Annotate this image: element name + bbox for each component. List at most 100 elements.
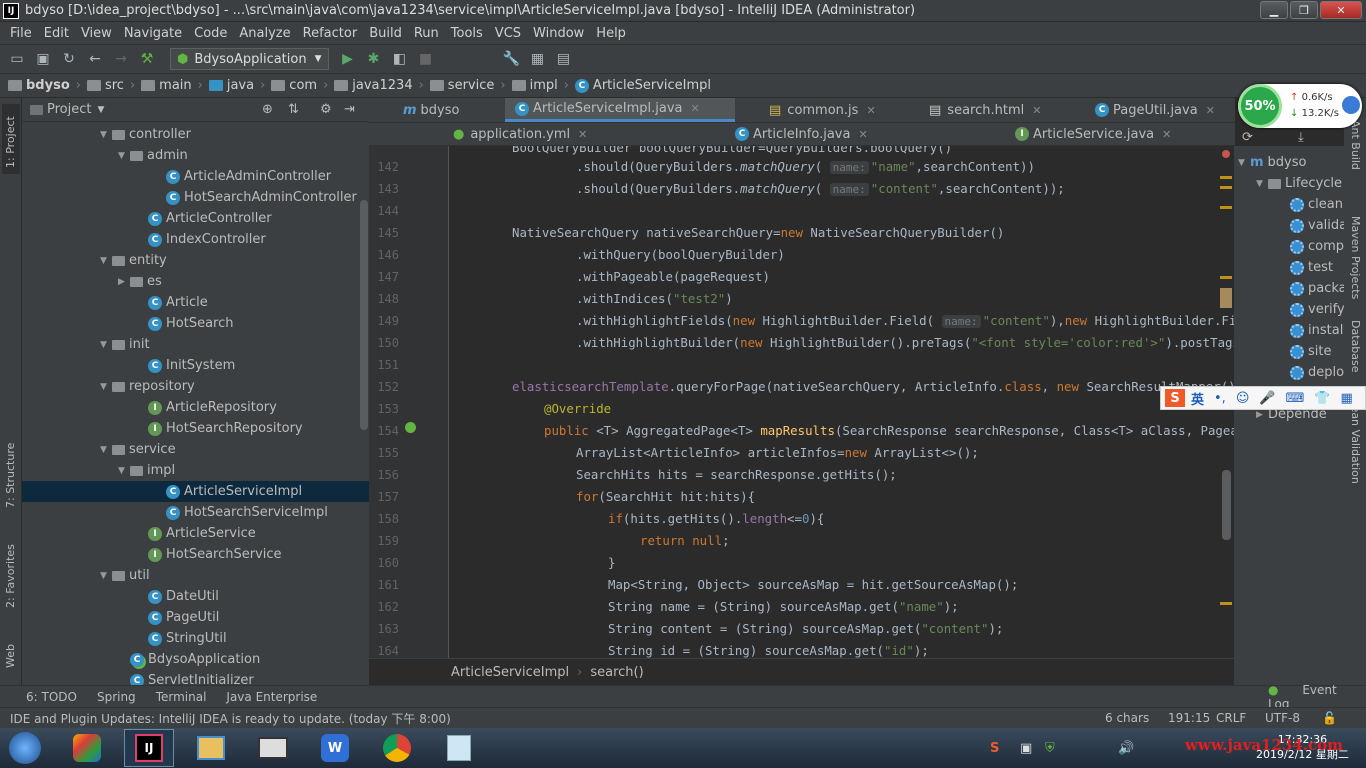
chevron-down-icon[interactable]: ▼: [100, 571, 112, 581]
tree-node-articlecontroller[interactable]: C ArticleController: [136, 208, 272, 229]
taskbar-explorer-icon[interactable]: [186, 729, 236, 767]
stripe-database[interactable]: Database: [1349, 320, 1362, 373]
minimize-button[interactable]: ▁: [1260, 1, 1288, 19]
breadcrumb-main[interactable]: main ›: [141, 78, 203, 93]
start-button[interactable]: [0, 729, 50, 767]
tree-node-util[interactable]: ▼ util: [100, 565, 150, 586]
run-configuration-select[interactable]: ⬢ BdysoApplication ▼: [170, 48, 329, 70]
breadcrumb-com[interactable]: com ›: [271, 78, 328, 93]
toolbox-icon[interactable]: ▦: [1341, 391, 1353, 406]
todo-tab[interactable]: 6: TODO: [26, 690, 77, 704]
maximize-button[interactable]: ❐: [1290, 1, 1318, 19]
stripe-bean-validation[interactable]: Bean Validation: [1349, 398, 1362, 484]
code-editor[interactable]: BoolQueryBuilder boolQueryBuilder=QueryB…: [450, 146, 1234, 658]
close-tab-icon[interactable]: ✕: [858, 128, 867, 141]
override-marker-icon[interactable]: [405, 422, 416, 433]
taskbar-remote-desktop-icon[interactable]: [248, 729, 298, 767]
breadcrumb-java1234[interactable]: java1234 ›: [334, 78, 424, 93]
lock-icon[interactable]: 🔓: [1322, 711, 1337, 725]
menu-help[interactable]: Help: [596, 26, 626, 41]
tree-node-bdysoapplication[interactable]: C BdysoApplication: [118, 649, 260, 670]
save-icon[interactable]: ▣: [32, 48, 54, 70]
tree-node-pageutil[interactable]: C PageUtil: [136, 607, 219, 628]
menu-refactor[interactable]: Refactor: [303, 26, 358, 41]
tree-scrollbar[interactable]: [360, 200, 368, 430]
maven-goal-validate[interactable]: valida: [1290, 215, 1347, 236]
skin-icon[interactable]: 👕: [1314, 391, 1330, 406]
back-icon[interactable]: ←: [84, 48, 106, 70]
tree-node-hotsearchserviceimpl[interactable]: C HotSearchServiceImpl: [154, 502, 328, 523]
tab-articleinfo[interactable]: C ArticleInfo.java ✕: [725, 123, 975, 145]
maven-goal-site[interactable]: site: [1290, 341, 1331, 362]
breadcrumb-src[interactable]: src ›: [86, 78, 135, 93]
tree-node-hotsearchservice[interactable]: I HotSearchService: [136, 544, 282, 565]
editor-crumb-method[interactable]: search(): [590, 665, 643, 680]
taskbar-chrome-icon[interactable]: [372, 729, 422, 767]
project-view-selector[interactable]: Project: [47, 102, 91, 117]
tree-node-hotsearchrepository[interactable]: I HotSearchRepository: [136, 418, 303, 439]
menu-analyze[interactable]: Analyze: [239, 26, 290, 41]
tree-node-impl[interactable]: ▼ impl: [118, 460, 175, 481]
sdk-icon[interactable]: ▤: [553, 48, 575, 70]
maven-lifecycle[interactable]: ▼ Lifecycle: [1256, 173, 1342, 194]
maven-goal-install[interactable]: install: [1290, 320, 1347, 341]
tray-network-icon[interactable]: ▣: [1020, 741, 1032, 756]
tree-node-articlerepository[interactable]: I ArticleRepository: [136, 397, 277, 418]
tree-node-servletinitializer[interactable]: C ServletInitializer: [118, 670, 254, 685]
maven-root[interactable]: ▼ m bdyso: [1238, 152, 1306, 173]
breadcrumb-file[interactable]: C ArticleServiceImpl: [574, 78, 711, 93]
stripe-maven-projects[interactable]: Maven Projects: [1349, 216, 1362, 299]
line-separator[interactable]: CRLF: [1216, 711, 1246, 725]
breadcrumb-project[interactable]: bdyso ›: [8, 78, 81, 93]
sync-icon[interactable]: ↻: [58, 48, 80, 70]
keyboard-icon[interactable]: ⌨: [1286, 391, 1305, 406]
emoji-icon[interactable]: ☺: [1236, 391, 1250, 406]
tab-articleserviceimpl[interactable]: C ArticleServiceImpl.java ✕: [505, 98, 735, 122]
chevron-right-icon[interactable]: ▶: [118, 277, 130, 287]
build-hammer-icon[interactable]: ⚒: [136, 48, 158, 70]
tab-bdyso[interactable]: m bdyso: [393, 98, 503, 122]
gear-icon[interactable]: ⚙: [320, 102, 332, 117]
tree-node-service[interactable]: ▼ service: [100, 439, 176, 460]
taskbar-notepad-icon[interactable]: [434, 729, 484, 767]
collapse-all-icon[interactable]: ⇅: [288, 102, 299, 117]
locate-icon[interactable]: ⊕: [262, 102, 273, 117]
stripe-ant-build[interactable]: Ant Build: [1349, 120, 1362, 170]
tab-common-js[interactable]: ▤ common.js ✕: [759, 98, 909, 122]
breadcrumb-impl[interactable]: impl ›: [511, 78, 569, 93]
maven-goal-compile[interactable]: compi: [1290, 236, 1348, 257]
tree-node-admin[interactable]: ▼ admin: [118, 145, 188, 166]
chevron-down-icon[interactable]: ▼: [100, 382, 112, 392]
tree-node-dateutil[interactable]: C DateUtil: [136, 586, 219, 607]
tree-node-hotsearch[interactable]: C HotSearch: [136, 313, 234, 334]
stripe-structure[interactable]: 7: Structure: [4, 443, 17, 508]
tree-node-stringutil[interactable]: C StringUtil: [136, 628, 227, 649]
tray-shield-icon[interactable]: ⛨: [1045, 741, 1055, 756]
ime-toolbar[interactable]: S 英 •, ☺ 🎤 ⌨ 👕 ▦: [1160, 386, 1366, 410]
tray-sogou-icon[interactable]: S: [990, 741, 999, 756]
terminal-tab[interactable]: Terminal: [156, 690, 207, 704]
taskbar-wps-icon[interactable]: W: [310, 729, 360, 767]
close-tab-icon[interactable]: ✕: [578, 128, 587, 141]
menu-window[interactable]: Window: [533, 26, 584, 41]
close-tab-icon[interactable]: ✕: [1032, 104, 1041, 117]
caret-position[interactable]: 191:15: [1168, 711, 1210, 725]
stripe-favorites[interactable]: 2: Favorites: [4, 544, 17, 608]
close-tab-icon[interactable]: ✕: [1162, 128, 1171, 141]
menu-edit[interactable]: Edit: [44, 26, 69, 41]
menu-run[interactable]: Run: [414, 26, 439, 41]
tray-volume-icon[interactable]: 🔊: [1118, 741, 1134, 756]
file-encoding[interactable]: UTF-8: [1265, 711, 1300, 725]
maven-goal-package[interactable]: packa: [1290, 278, 1347, 299]
menu-tools[interactable]: Tools: [451, 26, 483, 41]
punctuation-icon[interactable]: •,: [1214, 391, 1226, 406]
menu-code[interactable]: Code: [194, 26, 227, 41]
tree-node-articleserviceimpl[interactable]: C ArticleServiceImpl: [22, 481, 369, 502]
taskbar-app-icon[interactable]: [62, 729, 112, 767]
close-tab-icon[interactable]: ✕: [1206, 104, 1215, 117]
debug-icon[interactable]: ✱: [363, 48, 385, 70]
ime-lang[interactable]: 英: [1191, 389, 1204, 408]
project-structure-icon[interactable]: ▦: [527, 48, 549, 70]
hide-icon[interactable]: ⇥: [344, 102, 355, 117]
chevron-down-icon[interactable]: ▼: [100, 130, 112, 140]
